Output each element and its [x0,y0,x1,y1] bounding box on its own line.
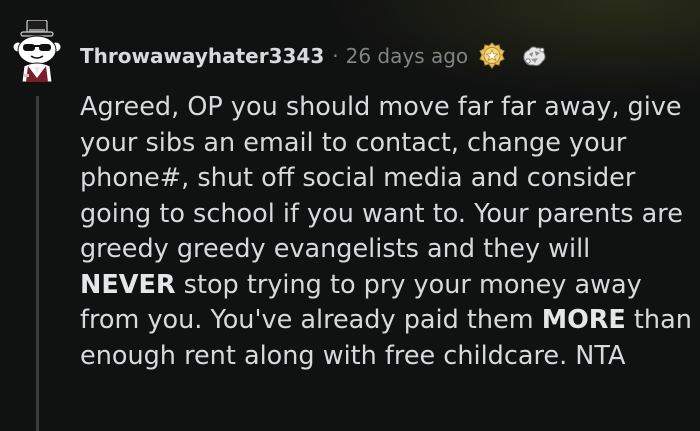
comment-bold-more: MORE [541,305,626,335]
thread-collapse-line[interactable] [36,96,39,431]
comment-bold-never: NEVER [80,269,176,300]
comment-card: Throwawayhater3343 · 26 days ago Agreed,… [0,0,700,431]
username-link[interactable]: Throwawayhater3343 [80,44,324,68]
comment-timestamp[interactable]: 26 days ago [346,44,469,68]
comment-header: Throwawayhater3343 · 26 days ago [80,40,548,72]
comment-text-segment: Agreed, OP you should move far far away,… [80,92,683,264]
meta-separator: · [332,44,339,68]
comment-text: Agreed, OP you should move far far away,… [80,90,692,374]
wholesome-seal-award-icon[interactable] [520,42,548,70]
comment-body: Agreed, OP you should move far far away,… [80,90,692,374]
user-avatar[interactable] [8,20,66,82]
helpful-award-icon[interactable] [478,42,506,70]
